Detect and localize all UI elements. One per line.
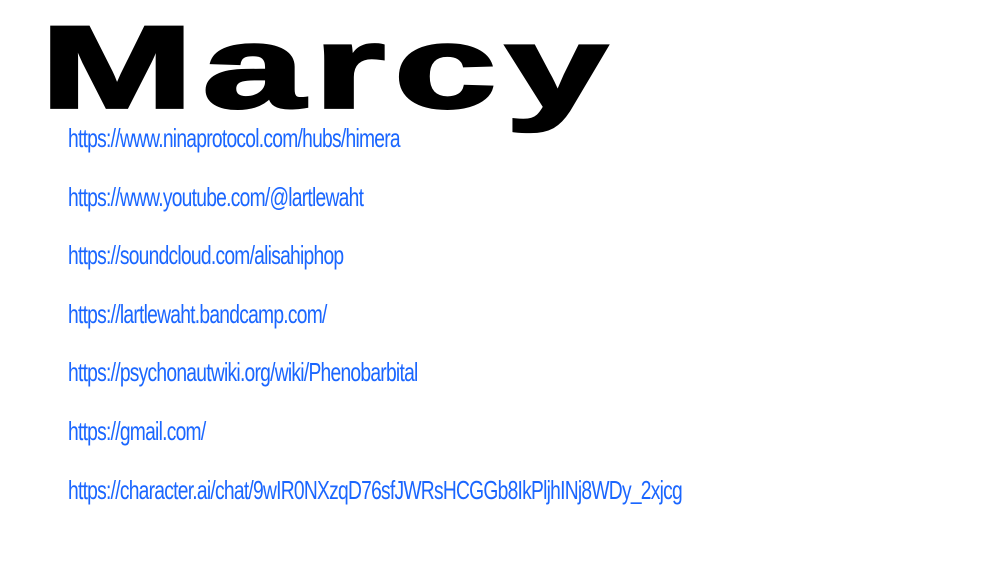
page-title: Marcy: [38, 1, 617, 133]
list-item: https://psychonautwiki.org/wiki/Phenobar…: [68, 351, 898, 410]
link-character-ai[interactable]: https://character.ai/chat/9wIR0NXzqD76sf…: [68, 469, 683, 511]
link-youtube[interactable]: https://www.youtube.com/@lartlewaht: [68, 176, 364, 218]
link-gmail[interactable]: https://gmail.com/: [68, 410, 206, 452]
link-nina-protocol[interactable]: https://www.ninaprotocol.com/hubs/himera: [68, 117, 401, 159]
list-item: https://www.ninaprotocol.com/hubs/himera: [68, 117, 898, 176]
link-bandcamp[interactable]: https://lartlewaht.bandcamp.com/: [68, 293, 327, 335]
list-item: https://soundcloud.com/alisahiphop: [68, 234, 898, 293]
link-psychonautwiki[interactable]: https://psychonautwiki.org/wiki/Phenobar…: [68, 351, 418, 393]
link-soundcloud[interactable]: https://soundcloud.com/alisahiphop: [68, 234, 344, 276]
list-item: https://lartlewaht.bandcamp.com/: [68, 293, 898, 352]
list-item: https://character.ai/chat/9wIR0NXzqD76sf…: [68, 469, 898, 528]
list-item: https://www.youtube.com/@lartlewaht: [68, 176, 898, 235]
link-list: https://www.ninaprotocol.com/hubs/himera…: [68, 117, 898, 527]
list-item: https://gmail.com/: [68, 410, 898, 469]
